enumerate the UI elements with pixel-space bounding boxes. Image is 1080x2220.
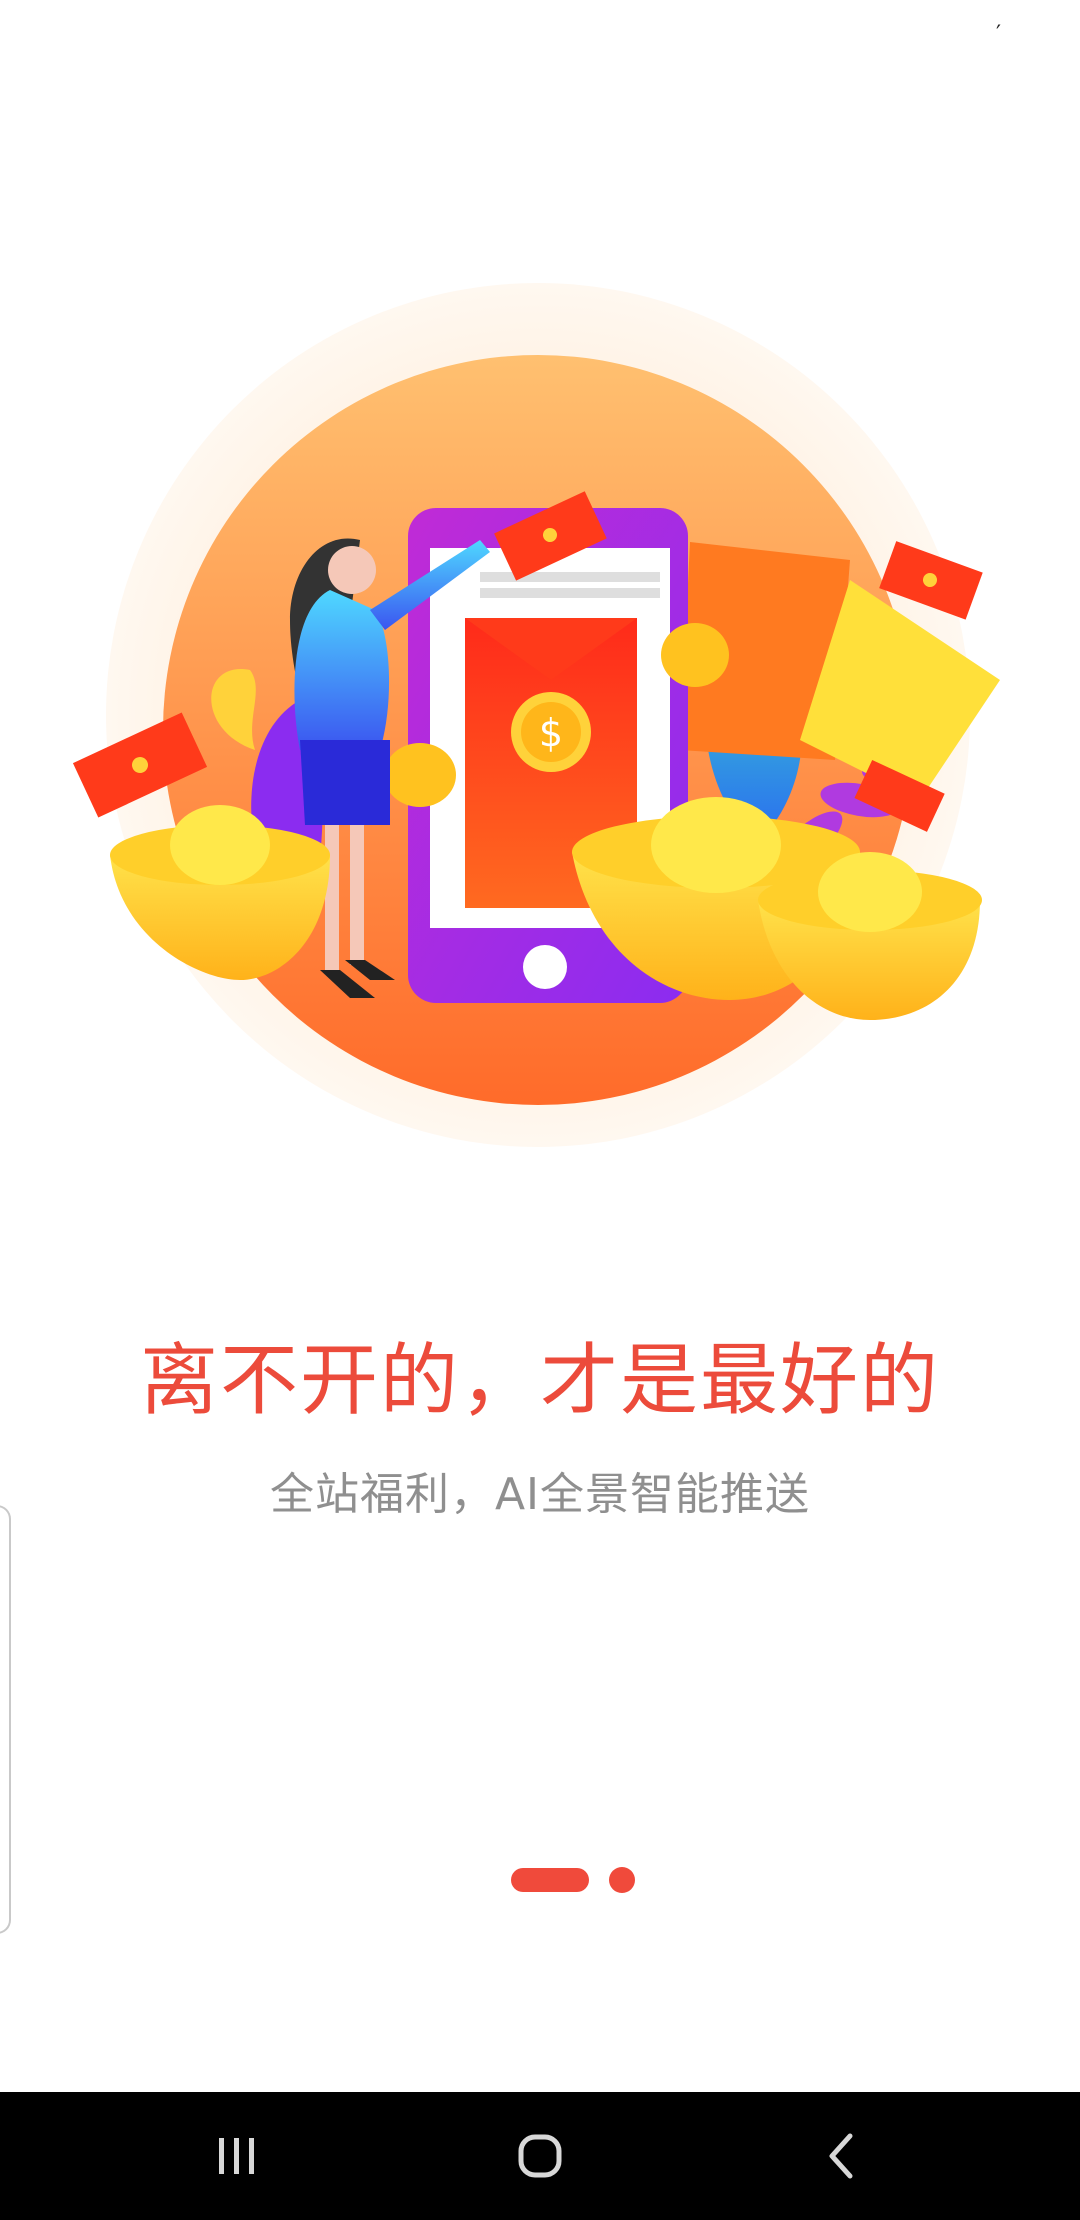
onboarding-screen: ′ $ 离不开的，才是最好的 全站福利，AI全景智能推送 <box>0 0 1080 2220</box>
page-indicator-active-dot[interactable] <box>511 1868 589 1892</box>
onboarding-subtitle: 全站福利，AI全景智能推送 <box>269 1469 811 1520</box>
home-icon <box>518 2134 562 2178</box>
coin-dollar-label: $ <box>539 711 563 755</box>
back-icon <box>829 2133 853 2179</box>
recents-button[interactable] <box>157 2092 317 2220</box>
back-button[interactable] <box>762 2092 922 2220</box>
recents-icon <box>219 2138 254 2174</box>
onboarding-illustration: $ <box>72 283 1000 1147</box>
home-button[interactable] <box>460 2092 620 2220</box>
onboarding-title: 离不开的，才是最好的 <box>139 1336 940 1426</box>
system-navigation-bar <box>0 2092 1080 2220</box>
page-indicator-dot[interactable] <box>609 1867 635 1893</box>
status-mark: ′ <box>996 22 1001 47</box>
page-indicator <box>0 1867 1080 1893</box>
